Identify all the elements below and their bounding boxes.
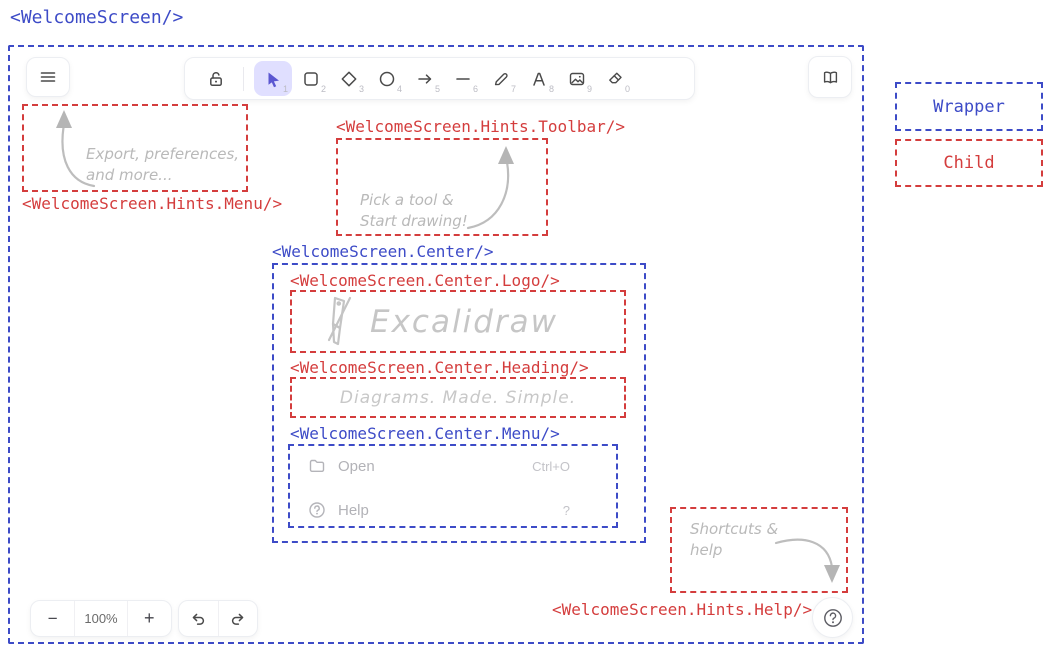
line-icon — [453, 69, 473, 89]
legend-wrapper-label: Wrapper — [933, 97, 1005, 117]
legend-child-box: Child — [895, 139, 1043, 187]
help-button[interactable] — [812, 597, 853, 638]
help-circle-icon — [308, 501, 326, 519]
hamburger-icon — [38, 67, 58, 87]
center-menu-box: Open Ctrl+O Help ? — [288, 444, 618, 528]
tool-eraser-button[interactable]: 0 — [596, 61, 634, 96]
tool-rectangle-button[interactable]: 2 — [292, 61, 330, 96]
menu-item-help[interactable]: Help ? — [298, 496, 608, 524]
center-heading-text: Diagrams. Made. Simple. — [340, 388, 576, 408]
tool-shortcut-number: 9 — [587, 84, 592, 94]
menu-item-label: Help — [338, 502, 369, 519]
tool-arrow-button[interactable]: 5 — [406, 61, 444, 96]
tool-shortcut-number: 2 — [321, 84, 326, 94]
zoom-controls: − 100% + — [30, 600, 172, 637]
center-logo-box: Excalidraw — [290, 290, 626, 353]
hand-arrow-up-icon — [464, 144, 522, 232]
undo-icon — [188, 609, 208, 629]
library-button[interactable] — [808, 56, 852, 98]
center-menu-label: <WelcomeScreen.Center.Menu/> — [290, 424, 560, 443]
book-icon — [820, 67, 841, 88]
menu-item-shortcut: ? — [563, 503, 570, 518]
arrow-icon — [415, 69, 435, 89]
hints-help-box: Shortcuts & help — [670, 507, 848, 593]
tool-shortcut-number: 3 — [359, 84, 364, 94]
legend-child-label: Child — [943, 153, 994, 173]
center-heading-box: Diagrams. Made. Simple. — [290, 377, 626, 418]
rectangle-icon — [301, 69, 321, 89]
text-icon — [529, 69, 549, 89]
center-label: <WelcomeScreen.Center/> — [272, 242, 494, 261]
redo-button[interactable] — [218, 601, 257, 636]
hint-menu-text: Export, preferences, and more... — [86, 144, 239, 186]
tool-ellipse-button[interactable]: 4 — [368, 61, 406, 96]
center-logo-label: <WelcomeScreen.Center.Logo/> — [290, 271, 560, 290]
main-menu-button[interactable] — [26, 57, 70, 97]
welcomescreen-root-label: <WelcomeScreen/> — [10, 7, 183, 28]
menu-item-shortcut: Ctrl+O — [532, 459, 570, 474]
zoom-level[interactable]: 100% — [75, 601, 126, 636]
tool-shortcut-number: 5 — [435, 84, 440, 94]
help-circle-icon — [822, 607, 844, 629]
undo-button[interactable] — [179, 601, 218, 636]
tool-text-button[interactable]: 8 — [520, 61, 558, 96]
selection-icon — [263, 69, 283, 89]
zoom-in-button[interactable]: + — [128, 601, 171, 636]
hints-toolbar-label: <WelcomeScreen.Hints.Toolbar/> — [336, 117, 625, 136]
folder-icon — [308, 457, 326, 475]
welcome-screen-doc-figure: <WelcomeScreen/> — [0, 0, 1053, 661]
tool-image-button[interactable]: 9 — [558, 61, 596, 96]
toolbar-divider — [243, 67, 244, 91]
history-controls — [178, 600, 258, 637]
tool-shortcut-number: 0 — [625, 84, 630, 94]
hand-arrow-down-icon — [774, 533, 846, 591]
center-heading-label: <WelcomeScreen.Center.Heading/> — [290, 358, 589, 377]
tool-shortcut-number: 8 — [549, 84, 554, 94]
eraser-icon — [605, 69, 625, 89]
excalidraw-logo-text: Excalidraw — [370, 304, 558, 340]
tool-line-button[interactable]: 6 — [444, 61, 482, 96]
tool-diamond-button[interactable]: 3 — [330, 61, 368, 96]
hints-menu-box: Export, preferences, and more... — [22, 104, 248, 192]
menu-item-open[interactable]: Open Ctrl+O — [298, 452, 608, 480]
menu-item-label: Open — [338, 458, 375, 475]
lock-tool-button[interactable] — [199, 61, 233, 96]
draw-icon — [491, 69, 511, 89]
hint-toolbar-text: Pick a tool & Start drawing! — [360, 190, 468, 232]
tool-draw-button[interactable]: 7 — [482, 61, 520, 96]
image-icon — [567, 69, 587, 89]
hints-help-label: <WelcomeScreen.Hints.Help/> — [552, 600, 812, 619]
diamond-icon — [339, 69, 359, 89]
ellipse-icon — [377, 69, 397, 89]
zoom-out-button[interactable]: − — [31, 601, 74, 636]
excalidraw-logo-icon — [320, 294, 358, 350]
hints-menu-label: <WelcomeScreen.Hints.Menu/> — [22, 194, 282, 213]
tool-shortcut-number: 7 — [511, 84, 516, 94]
tool-shortcut-number: 6 — [473, 84, 478, 94]
tool-shortcut-number: 4 — [397, 84, 402, 94]
lock-icon — [206, 69, 226, 89]
legend-wrapper-box: Wrapper — [895, 82, 1043, 131]
hints-toolbar-box: Pick a tool & Start drawing! — [336, 138, 548, 236]
toolbar: 1 2 3 — [184, 57, 695, 100]
redo-icon — [228, 609, 248, 629]
tool-selection-button[interactable]: 1 — [254, 61, 292, 96]
hint-help-text: Shortcuts & help — [690, 519, 778, 561]
tool-shortcut-number: 1 — [283, 84, 288, 94]
